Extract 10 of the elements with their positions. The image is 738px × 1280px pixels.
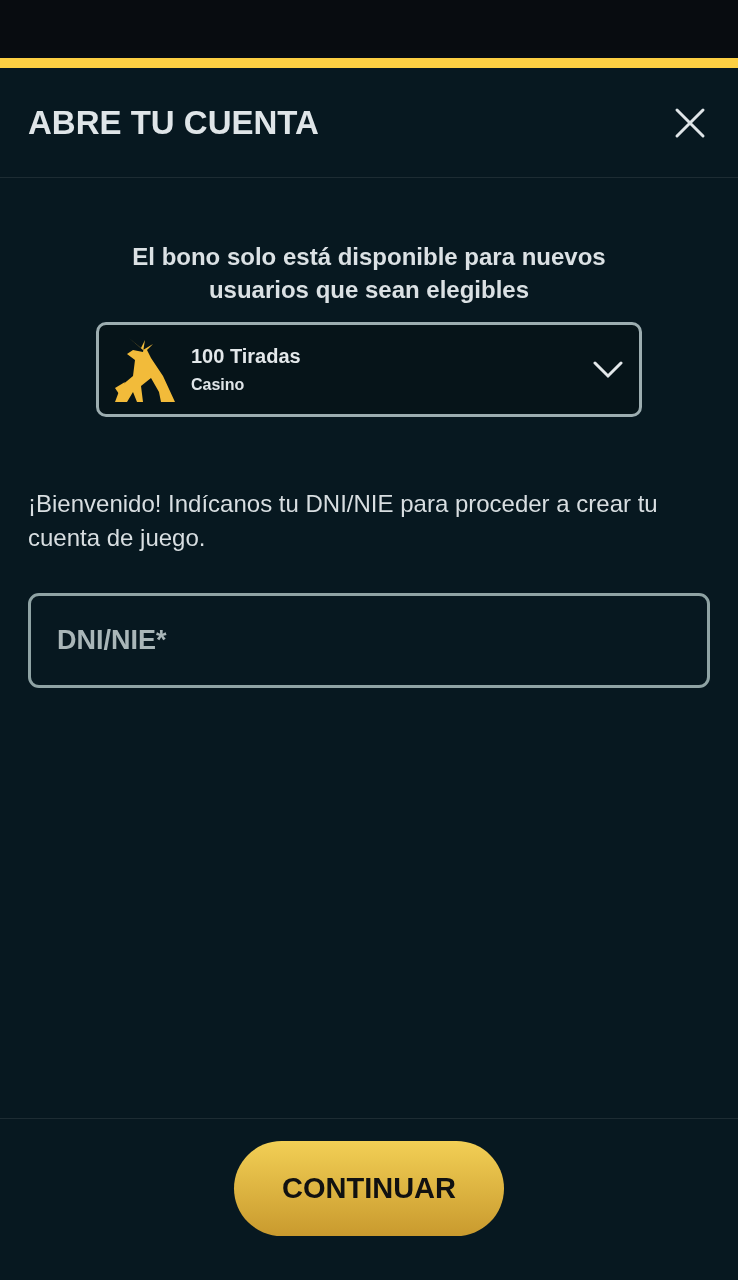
offer-category: Casino — [191, 376, 245, 394]
bonus-dropdown[interactable]: 100 Tiradas Casino — [96, 322, 642, 417]
welcome-text: ¡Bienvenido! Indícanos tu DNI/NIE para proceder a crear tu cuenta de juego. — [28, 489, 659, 553]
close-icon — [674, 106, 706, 139]
bonus-notice: El bono solo está disponible para nuevos usuarios que sean elegibles — [131, 242, 607, 305]
dni-input-field[interactable]: DNI/NIE* — [28, 593, 710, 688]
continue-button[interactable]: CONTINUAR — [234, 1141, 504, 1236]
offer-title: 100 Tiradas — [191, 345, 301, 368]
modal-title: ABRE TU CUENTA — [28, 103, 319, 142]
chevron-icon — [593, 360, 623, 379]
